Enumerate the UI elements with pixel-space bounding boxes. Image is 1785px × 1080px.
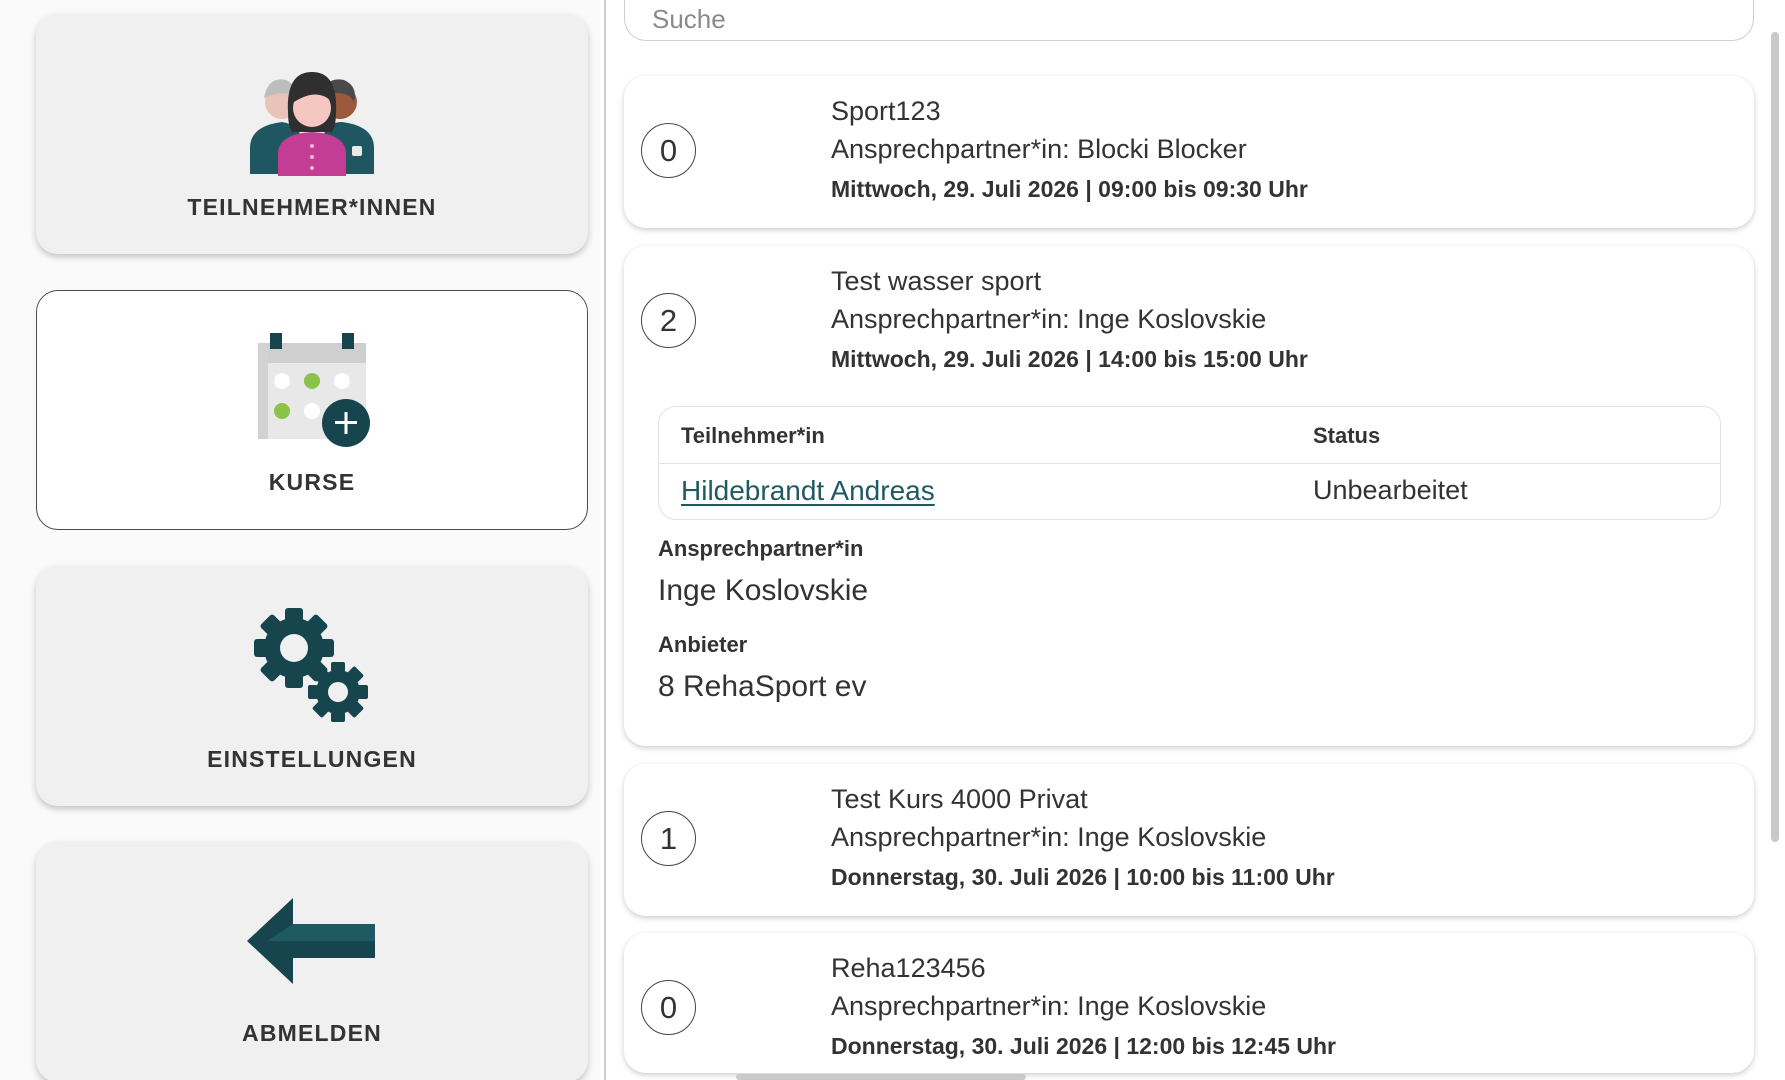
- side-navigation: TEILNEHMER*INNEN KURSE EINSTELLUNGEN ABM…: [0, 0, 600, 1080]
- course-date: Donnerstag, 30. Juli 2026 | 12:00 bis 12…: [831, 1033, 1336, 1059]
- vertical-scrollbar[interactable]: [1771, 32, 1779, 842]
- provider-value: 8 RehaSport ev: [658, 670, 867, 703]
- gears-icon: [254, 608, 368, 722]
- course-card-expanded[interactable]: 2 Test wasser sport Ansprechpartner*in: …: [624, 246, 1754, 746]
- contact-value: Inge Koslovskie: [658, 574, 869, 607]
- participants-icon: [250, 72, 374, 176]
- participant-count-badge: 2: [641, 293, 696, 348]
- course-contact: Ansprechpartner*in: Blocki Blocker: [831, 134, 1247, 164]
- course-title: Reha123456: [831, 953, 986, 983]
- course-card[interactable]: 1 Test Kurs 4000 Privat Ansprechpartner*…: [624, 764, 1754, 916]
- course-contact: Ansprechpartner*in: Inge Koslovskie: [831, 991, 1267, 1021]
- course-date: Mittwoch, 29. Juli 2026 | 14:00 bis 15:0…: [831, 346, 1308, 372]
- search-box[interactable]: [624, 0, 1754, 41]
- course-contact: Ansprechpartner*in: Inge Koslovskie: [831, 304, 1267, 334]
- horizontal-scrollbar[interactable]: [736, 1074, 1026, 1080]
- search-input[interactable]: [625, 0, 1753, 40]
- participant-status: Unbearbeitet: [1313, 475, 1468, 505]
- participant-count-badge: 0: [641, 980, 696, 1035]
- course-card[interactable]: 0 Reha123456 Ansprechpartner*in: Inge Ko…: [624, 933, 1754, 1073]
- contact-label: Ansprechpartner*in: [658, 536, 864, 561]
- nav-tile-courses[interactable]: KURSE: [36, 290, 588, 530]
- provider-label: Anbieter: [658, 632, 748, 657]
- course-card[interactable]: 0 Sport123 Ansprechpartner*in: Blocki Bl…: [624, 76, 1754, 228]
- participants-label: TEILNEHMER*INNEN: [187, 194, 437, 220]
- nav-tile-logout[interactable]: ABMELDEN: [36, 842, 588, 1080]
- participant-link[interactable]: Hildebrandt Andreas: [681, 475, 935, 507]
- table-divider: [659, 463, 1720, 464]
- course-title: Test wasser sport: [831, 266, 1042, 296]
- settings-label: EINSTELLUNGEN: [207, 746, 417, 772]
- course-date: Mittwoch, 29. Juli 2026 | 09:00 bis 09:3…: [831, 176, 1308, 202]
- course-list-pane: 0 Sport123 Ansprechpartner*in: Blocki Bl…: [606, 0, 1785, 1080]
- course-contact: Ansprechpartner*in: Inge Koslovskie: [831, 822, 1267, 852]
- participants-table: Teilnehmer*in Status Hildebrandt Andreas…: [658, 406, 1721, 520]
- participant-count-badge: 1: [641, 811, 696, 866]
- column-header-participant: Teilnehmer*in: [681, 423, 825, 448]
- course-title: Test Kurs 4000 Privat: [831, 784, 1088, 814]
- calendar-add-icon: [258, 333, 370, 447]
- column-header-status: Status: [1313, 423, 1381, 448]
- participant-count-badge: 0: [641, 123, 696, 178]
- nav-tile-participants[interactable]: TEILNEHMER*INNEN: [36, 14, 588, 254]
- courses-label: KURSE: [268, 469, 356, 495]
- course-title: Sport123: [831, 96, 941, 126]
- nav-tile-settings[interactable]: EINSTELLUNGEN: [36, 566, 588, 806]
- arrow-left-icon: [247, 898, 375, 984]
- logout-label: ABMELDEN: [242, 1020, 382, 1046]
- course-date: Donnerstag, 30. Juli 2026 | 10:00 bis 11…: [831, 864, 1335, 890]
